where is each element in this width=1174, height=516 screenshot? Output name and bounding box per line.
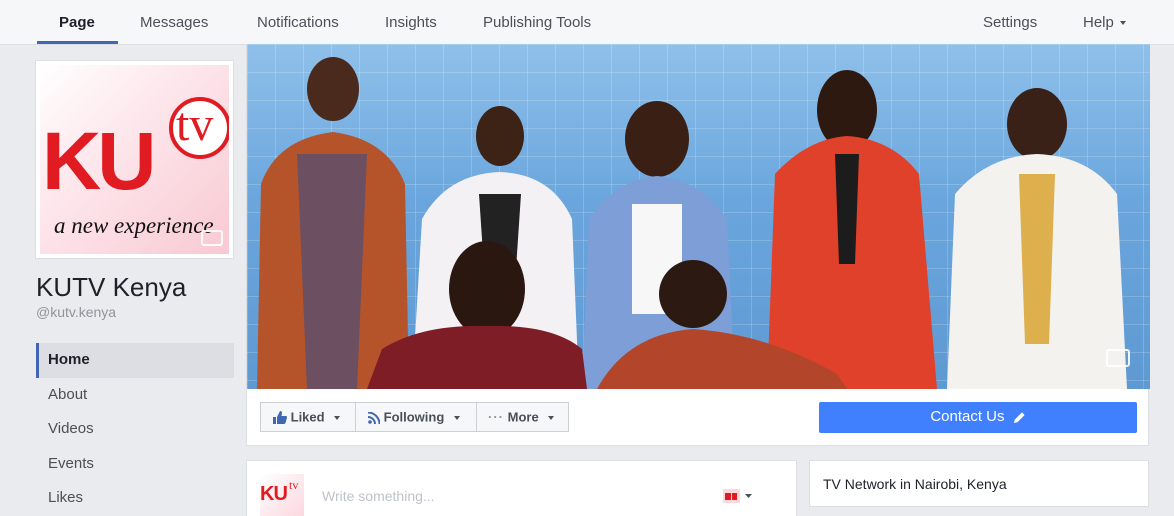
about-card: TV Network in Nairobi, Kenya — [809, 460, 1149, 507]
page-sidebar-nav: Home About Videos Events Likes — [36, 343, 234, 516]
profile-picture[interactable]: tv KU a new experience — [35, 60, 234, 259]
sidebar-item-about[interactable]: About — [36, 378, 234, 413]
camera-icon[interactable] — [201, 230, 223, 246]
sidebar-item-home[interactable]: Home — [36, 343, 234, 378]
caret-down-icon — [453, 415, 460, 420]
liked-button[interactable]: Liked — [260, 402, 356, 432]
more-button[interactable]: ··· More — [476, 402, 569, 432]
kutv-logo: tv KU a new experience — [40, 65, 229, 254]
tab-insights[interactable]: Insights — [385, 0, 437, 45]
following-button[interactable]: Following — [355, 402, 477, 432]
avatar-ku-text: KU — [260, 483, 288, 505]
page-category: TV Network in Nairobi, Kenya — [823, 476, 1007, 492]
page-top-nav: Page Messages Notifications Insights Pub… — [0, 0, 1174, 45]
contact-us-button[interactable]: Contact Us — [819, 402, 1137, 433]
thumbs-up-icon — [273, 411, 287, 425]
following-label: Following — [383, 409, 445, 425]
post-as-avatar-icon — [723, 489, 752, 503]
caret-down-icon — [548, 415, 555, 420]
post-as-selector[interactable] — [723, 489, 753, 503]
composer-placeholder[interactable]: Write something... — [322, 488, 435, 504]
sidebar-item-likes[interactable]: Likes — [36, 481, 234, 516]
help-menu[interactable]: Help — [1083, 0, 1126, 45]
avatar-tv-text: tv — [289, 478, 299, 492]
camera-icon[interactable] — [1106, 349, 1130, 367]
help-label: Help — [1083, 14, 1114, 31]
pencil-icon — [1013, 411, 1025, 423]
tab-notifications[interactable]: Notifications — [257, 0, 339, 45]
post-composer[interactable]: KU tv Write something... — [246, 460, 797, 516]
caret-down-icon — [334, 415, 341, 420]
tab-messages[interactable]: Messages — [140, 0, 208, 45]
logo-tagline: a new experience — [54, 213, 214, 238]
sidebar-item-videos[interactable]: Videos — [36, 412, 234, 447]
tab-page[interactable]: Page — [59, 0, 95, 45]
more-label: More — [507, 409, 539, 425]
more-dots-icon: ··· — [488, 409, 504, 425]
cover-photo[interactable] — [247, 44, 1150, 389]
caret-down-icon — [1119, 21, 1126, 26]
cover-card: Liked Following ··· More Contact Us — [246, 44, 1150, 446]
logo-ku-text: KU — [42, 116, 156, 207]
tab-settings[interactable]: Settings — [983, 0, 1037, 45]
cover-people-illustration — [257, 57, 1127, 389]
page-avatar: KU tv — [260, 474, 304, 516]
tab-publishing-tools[interactable]: Publishing Tools — [483, 0, 591, 45]
liked-label: Liked — [290, 409, 325, 425]
sidebar-item-events[interactable]: Events — [36, 447, 234, 482]
contact-us-label: Contact Us — [930, 408, 1005, 425]
page-username[interactable]: @kutv.kenya — [36, 304, 116, 320]
logo-tv-text: tv — [176, 98, 214, 151]
rss-icon — [367, 411, 381, 424]
page-title[interactable]: KUTV Kenya — [36, 272, 186, 303]
active-tab-indicator — [37, 41, 118, 44]
